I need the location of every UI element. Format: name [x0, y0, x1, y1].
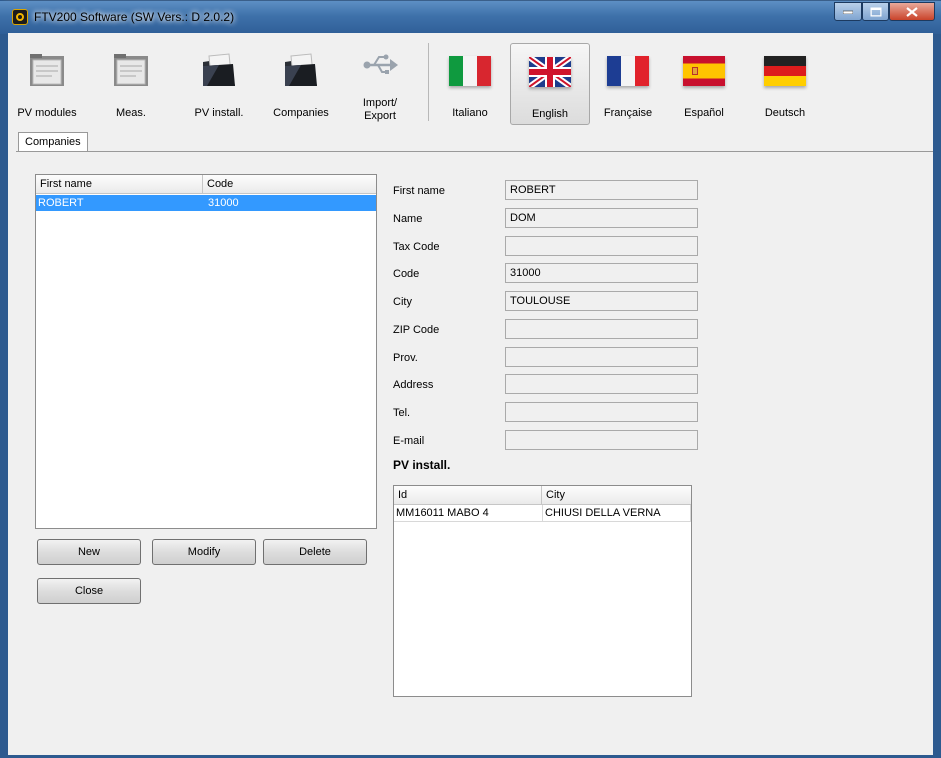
main-window: FTV200 Software (SW Vers.: D 2.0.2) PV m… — [0, 0, 941, 758]
toolbar-pv-install-button[interactable]: PV install. — [184, 43, 254, 125]
toolbar-label: Español — [684, 107, 724, 119]
pv-install-section-title: PV install. — [393, 458, 451, 472]
cell-city: CHIUSI DELLA VERNA — [542, 505, 661, 521]
modify-button[interactable]: Modify — [152, 539, 256, 565]
toolbar-label-line2: Export — [364, 110, 396, 122]
code-field[interactable]: 31000 — [505, 263, 698, 283]
code-label: Code — [393, 268, 420, 280]
window-title: FTV200 Software (SW Vers.: D 2.0.2) — [34, 10, 235, 24]
pv-install-folder-icon — [203, 53, 235, 86]
first-name-label: First name — [393, 185, 445, 197]
language-english-button[interactable]: English — [510, 43, 590, 125]
tax-code-field[interactable] — [505, 236, 698, 256]
address-field[interactable] — [505, 374, 698, 394]
column-header-id[interactable]: Id — [394, 486, 542, 504]
maximize-button[interactable] — [862, 2, 889, 21]
companies-folder-icon — [285, 53, 317, 86]
address-label: Address — [393, 379, 434, 391]
city-label: City — [393, 296, 412, 308]
row-divider — [690, 505, 691, 521]
tax-code-label: Tax Code — [393, 241, 440, 253]
toolbar-companies-button[interactable]: Companies — [266, 43, 336, 125]
toolbar-label: PV modules — [17, 107, 77, 119]
minimize-button[interactable] — [834, 2, 862, 21]
zip-code-label: ZIP Code — [393, 324, 440, 336]
cell-id: MM16011 MABO 4 — [396, 507, 489, 519]
app-logo-icon — [12, 9, 28, 25]
column-header-city[interactable]: City — [542, 486, 691, 504]
tab-companies[interactable]: Companies — [18, 132, 88, 153]
measurements-folder-icon — [114, 54, 148, 86]
toolbar-label: Import/ Export — [350, 97, 410, 123]
germany-flag-icon — [764, 56, 806, 86]
title-bar[interactable]: FTV200 Software (SW Vers.: D 2.0.2) — [0, 1, 941, 34]
toolbar-separator — [428, 43, 429, 121]
prov-label: Prov. — [393, 352, 418, 364]
name-label: Name — [393, 213, 423, 225]
column-header-code[interactable]: Code — [203, 175, 376, 193]
toolbar-label: Meas. — [116, 107, 146, 119]
toolbar-label: Deutsch — [764, 107, 806, 119]
main-toolbar: PV modules Meas. PV install. Companies I… — [8, 33, 933, 135]
pv-install-list-header: Id City — [394, 486, 691, 505]
email-label: E-mail — [393, 435, 425, 447]
language-deutsch-button[interactable]: Deutsch — [752, 43, 818, 125]
close-button[interactable]: Close — [37, 578, 141, 604]
new-button[interactable]: New — [37, 539, 141, 565]
language-espanol-button[interactable]: Español — [672, 43, 736, 125]
city-field[interactable]: TOULOUSE — [505, 291, 698, 311]
toolbar-label: Française — [603, 107, 653, 119]
company-list[interactable]: First name Code ROBERT 31000 — [35, 174, 377, 529]
toolbar-measurements-button[interactable]: Meas. — [101, 43, 161, 125]
minimize-icon — [843, 10, 853, 14]
cell-first-name: ROBERT — [38, 197, 84, 209]
close-window-button[interactable] — [889, 2, 935, 21]
close-icon — [906, 6, 918, 17]
usb-icon — [363, 54, 398, 74]
pv-modules-folder-icon — [30, 54, 64, 86]
delete-button[interactable]: Delete — [263, 539, 367, 565]
first-name-field[interactable]: ROBERT — [505, 180, 698, 200]
name-field[interactable]: DOM — [505, 208, 698, 228]
zip-code-field[interactable] — [505, 319, 698, 339]
tel-label: Tel. — [393, 407, 411, 419]
maximize-icon — [870, 7, 881, 16]
table-row[interactable]: ROBERT 31000 — [36, 195, 376, 211]
toolbar-import-export-button[interactable]: Import/ Export — [350, 43, 410, 125]
toolbar-label-line1: Import/ — [362, 97, 398, 109]
toolbar-label: Italiano — [452, 107, 488, 119]
toolbar-pv-modules-button[interactable]: PV modules — [12, 43, 82, 125]
tel-field[interactable] — [505, 402, 698, 422]
toolbar-label: Companies — [273, 107, 329, 119]
cell-code: 31000 — [208, 197, 239, 209]
pv-install-list[interactable]: Id City MM16011 MABO 4 CHIUSI DELLA VERN… — [393, 485, 692, 697]
france-flag-icon — [607, 56, 649, 86]
prov-field[interactable] — [505, 347, 698, 367]
language-francaise-button[interactable]: Française — [594, 43, 662, 125]
table-row[interactable]: MM16011 MABO 4 CHIUSI DELLA VERNA — [394, 505, 691, 522]
companies-panel: First name Code ROBERT 31000 New Modify … — [16, 151, 933, 752]
company-list-header: First name Code — [36, 175, 376, 194]
column-header-first-name[interactable]: First name — [36, 175, 203, 193]
language-italiano-button[interactable]: Italiano — [438, 43, 502, 125]
email-field[interactable] — [505, 430, 698, 450]
uk-flag-icon — [529, 57, 571, 87]
spain-flag-icon — [683, 56, 725, 86]
toolbar-label: English — [531, 108, 569, 120]
toolbar-label: PV install. — [194, 107, 244, 119]
italy-flag-icon — [449, 56, 491, 86]
